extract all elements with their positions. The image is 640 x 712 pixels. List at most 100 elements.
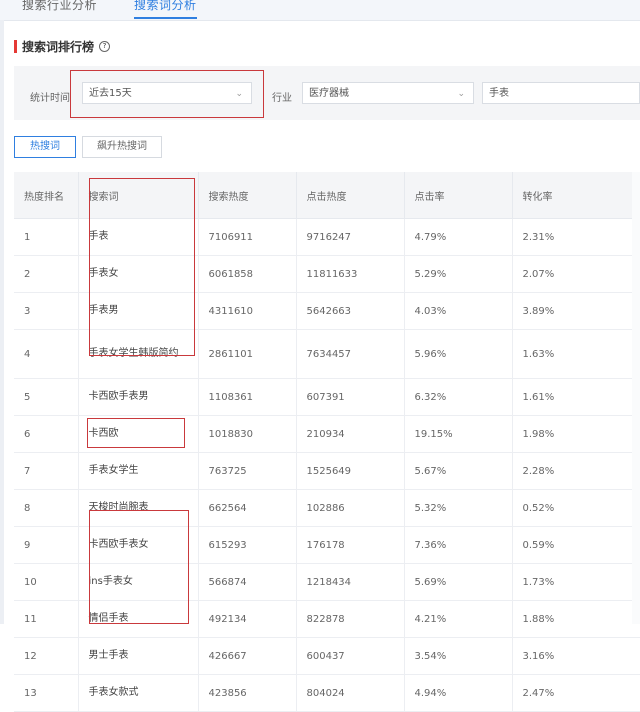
header-search-heat[interactable]: 搜索热度: [198, 172, 297, 219]
cell-click-heat: 1525649: [296, 452, 405, 490]
header-click-heat[interactable]: 点击热度: [296, 172, 405, 219]
cell-search-heat: 6061858: [198, 255, 297, 293]
cell-search-heat: 1108361: [198, 378, 297, 416]
cell-click-heat: 102886: [296, 489, 405, 527]
header-cvr[interactable]: 转化率: [512, 172, 640, 219]
cell-rank: 8: [14, 489, 79, 527]
keyword-select[interactable]: 手表: [482, 82, 640, 104]
hot-keywords-button[interactable]: 热搜词: [14, 136, 76, 158]
cell-rank: 10: [14, 563, 79, 601]
cell-click-heat: 176178: [296, 526, 405, 564]
cell-ctr: 3.54%: [404, 637, 513, 675]
cell-click-heat: 11811633: [296, 255, 405, 293]
cell-keyword: 卡西欧手表男: [78, 378, 199, 416]
cell-rank: 1: [14, 218, 79, 256]
cell-ctr: 5.32%: [404, 489, 513, 527]
header-ctr[interactable]: 点击率: [404, 172, 513, 219]
cell-ctr: 5.69%: [404, 563, 513, 601]
table-row[interactable]: 7 手表女学生 763725 1525649 5.67% 2.28%: [14, 452, 640, 490]
cell-ctr: 4.21%: [404, 600, 513, 638]
page-title: 搜索词排行榜: [22, 40, 95, 54]
cell-search-heat: 662564: [198, 489, 297, 527]
cell-cvr: 3.89%: [512, 292, 640, 330]
cell-click-heat: 210934: [296, 415, 405, 453]
cell-ctr: 5.29%: [404, 255, 513, 293]
cell-search-heat: 615293: [198, 526, 297, 564]
cell-ctr: 4.94%: [404, 674, 513, 712]
tab-industry-analysis[interactable]: 搜索行业分析: [22, 0, 97, 13]
cell-cvr: 1.63%: [512, 329, 640, 379]
cell-cvr: 1.88%: [512, 600, 640, 638]
highlight-box-keywords-top: [89, 178, 195, 356]
table-row[interactable]: 13 手表女款式 423856 804024 4.94% 2.47%: [14, 674, 640, 712]
rising-keywords-button[interactable]: 飙升热搜词: [82, 136, 162, 158]
cell-search-heat: 1018830: [198, 415, 297, 453]
cell-cvr: 2.31%: [512, 218, 640, 256]
cell-cvr: 2.07%: [512, 255, 640, 293]
cell-cvr: 0.52%: [512, 489, 640, 527]
cell-search-heat: 426667: [198, 637, 297, 675]
cell-search-heat: 7106911: [198, 218, 297, 256]
cell-click-heat: 1218434: [296, 563, 405, 601]
cell-ctr: 19.15%: [404, 415, 513, 453]
cell-ctr: 5.67%: [404, 452, 513, 490]
cell-rank: 2: [14, 255, 79, 293]
table-scroll-edge: [632, 172, 640, 624]
section-header: 搜索词排行榜 ?: [14, 38, 111, 55]
cell-cvr: 0.59%: [512, 526, 640, 564]
cell-search-heat: 4311610: [198, 292, 297, 330]
cell-keyword: 男士手表: [78, 637, 199, 675]
cell-click-heat: 607391: [296, 378, 405, 416]
table-row[interactable]: 12 男士手表 426667 600437 3.54% 3.16%: [14, 637, 640, 675]
left-edge: [0, 20, 4, 624]
keyword-value: 手表: [489, 88, 509, 99]
cell-rank: 13: [14, 674, 79, 712]
cell-search-heat: 492134: [198, 600, 297, 638]
cell-cvr: 1.98%: [512, 415, 640, 453]
tab-keyword-analysis[interactable]: 搜索词分析: [134, 0, 197, 19]
industry-filter-label: 行业: [272, 93, 292, 104]
cell-search-heat: 763725: [198, 452, 297, 490]
cell-keyword: 手表女学生: [78, 452, 199, 490]
cell-cvr: 1.61%: [512, 378, 640, 416]
cell-rank: 4: [14, 329, 79, 379]
cell-rank: 6: [14, 415, 79, 453]
time-filter-label: 统计时间: [30, 93, 70, 104]
cell-click-heat: 5642663: [296, 292, 405, 330]
cell-click-heat: 7634457: [296, 329, 405, 379]
title-accent-bar: [14, 40, 17, 53]
cell-rank: 9: [14, 526, 79, 564]
chevron-down-icon: ⌄: [457, 89, 465, 99]
cell-click-heat: 804024: [296, 674, 405, 712]
cell-ctr: 7.36%: [404, 526, 513, 564]
cell-rank: 3: [14, 292, 79, 330]
cell-ctr: 6.32%: [404, 378, 513, 416]
cell-search-heat: 2861101: [198, 329, 297, 379]
cell-rank: 5: [14, 378, 79, 416]
top-tab-bar: 搜索行业分析 搜索词分析: [0, 0, 640, 21]
cell-keyword: 手表女款式: [78, 674, 199, 712]
highlight-box-keywords-bottom: [89, 510, 189, 624]
industry-value: 医疗器械: [309, 88, 349, 99]
cell-search-heat: 423856: [198, 674, 297, 712]
cell-cvr: 3.16%: [512, 637, 640, 675]
cell-rank: 11: [14, 600, 79, 638]
cell-click-heat: 600437: [296, 637, 405, 675]
cell-click-heat: 9716247: [296, 218, 405, 256]
cell-cvr: 2.47%: [512, 674, 640, 712]
highlight-box-keyword-7: [87, 418, 185, 448]
table-row[interactable]: 5 卡西欧手表男 1108361 607391 6.32% 1.61%: [14, 378, 640, 416]
cell-cvr: 2.28%: [512, 452, 640, 490]
cell-ctr: 5.96%: [404, 329, 513, 379]
cell-rank: 12: [14, 637, 79, 675]
industry-select[interactable]: 医疗器械 ⌄: [302, 82, 474, 104]
cell-ctr: 4.79%: [404, 218, 513, 256]
highlight-box-time: [70, 70, 264, 118]
cell-rank: 7: [14, 452, 79, 490]
header-rank[interactable]: 热度排名: [14, 172, 79, 219]
cell-ctr: 4.03%: [404, 292, 513, 330]
cell-cvr: 1.73%: [512, 563, 640, 601]
question-circle-icon[interactable]: ?: [99, 41, 111, 52]
cell-search-heat: 566874: [198, 563, 297, 601]
cell-click-heat: 822878: [296, 600, 405, 638]
